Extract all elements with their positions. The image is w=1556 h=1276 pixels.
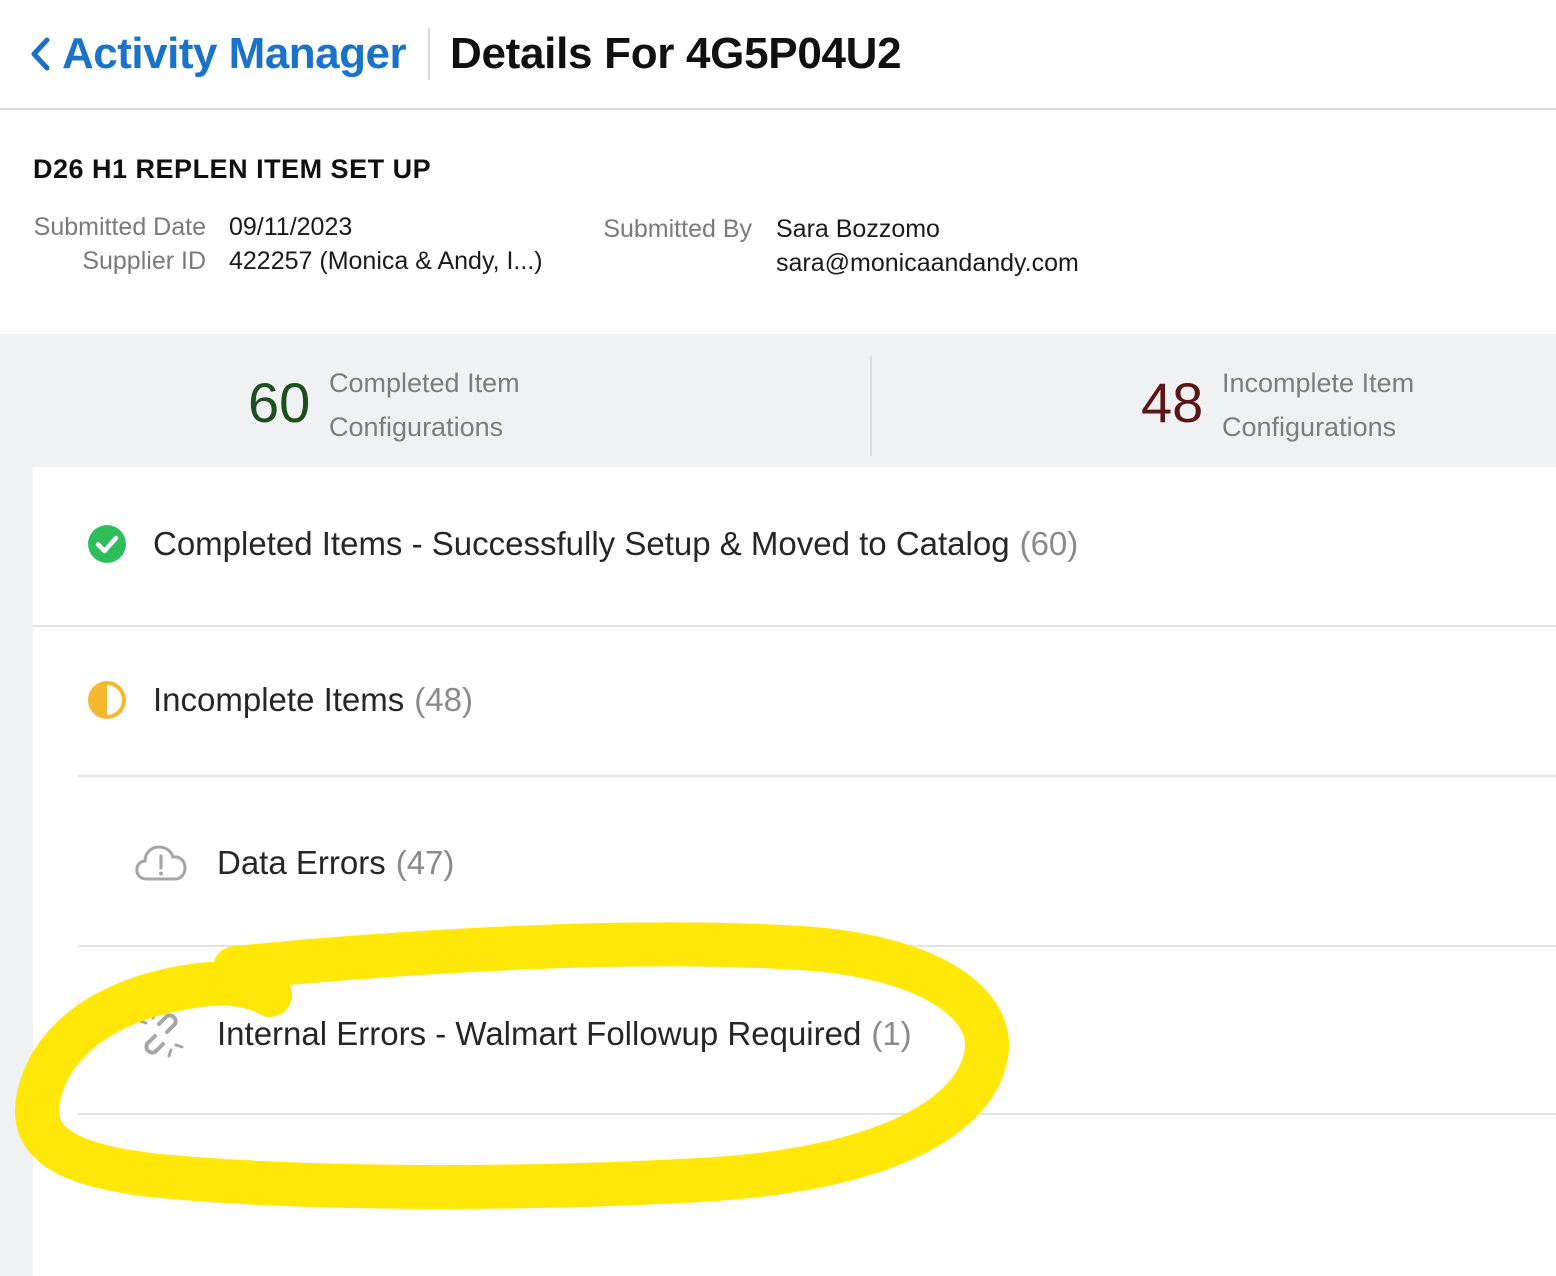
half-circle-icon [87, 680, 127, 720]
item-categories-card: Completed Items - Successfully Setup & M… [33, 467, 1556, 1276]
row-divider [78, 775, 1556, 777]
stats-divider [870, 356, 872, 456]
completed-count: 60 [248, 371, 311, 434]
completed-stat-line2: Configurations [329, 412, 504, 442]
submitted-by-label: Submitted By [603, 215, 752, 243]
row-divider [78, 945, 1556, 947]
chevron-left-icon [28, 36, 52, 72]
submission-info: D26 H1 REPLEN ITEM SET UP Submitted Date… [0, 110, 1556, 334]
top-bar: Activity Manager Details For 4G5P04U2 [0, 0, 1556, 110]
category-completed-items[interactable]: Completed Items - Successfully Setup & M… [87, 524, 1078, 564]
back-to-activity-manager-link[interactable]: Activity Manager [28, 24, 407, 84]
category-count: (1) [871, 1015, 912, 1052]
row-divider [33, 625, 1556, 627]
check-circle-icon [87, 524, 127, 564]
category-label: Incomplete Items [153, 681, 405, 718]
category-data-errors[interactable]: Data Errors (47) [133, 839, 454, 887]
incomplete-stat-line1: Incomplete Item [1222, 368, 1415, 398]
incomplete-count: 48 [1141, 371, 1204, 434]
category-internal-errors[interactable]: Internal Errors - Walmart Followup Requi… [133, 1006, 912, 1062]
category-count: (47) [395, 844, 455, 881]
incomplete-stat-line2: Configurations [1222, 412, 1397, 442]
submitted-by-email: sara@monicaandandy.com [776, 249, 1079, 277]
category-count: (48) [414, 681, 473, 718]
incomplete-stat-label: Incomplete Item Configurations [1222, 361, 1414, 449]
supplier-id-value: 422257 (Monica & Andy, I...) [229, 247, 543, 275]
submitted-by-name: Sara Bozzomo [776, 215, 940, 243]
category-label: Internal Errors - Walmart Followup Requi… [217, 1015, 862, 1052]
row-divider [78, 1113, 1556, 1115]
submitted-date-value: 09/11/2023 [229, 213, 353, 241]
category-incomplete-items[interactable]: Incomplete Items (48) [87, 680, 473, 720]
category-label: Completed Items - Successfully Setup & M… [153, 525, 1010, 562]
supplier-id-label: Supplier ID [82, 247, 206, 275]
page-title: Details For 4G5P04U2 [450, 29, 902, 78]
category-count: (60) [1019, 525, 1079, 562]
back-link-label[interactable]: Activity Manager [62, 29, 407, 79]
completed-stat-label: Completed Item Configurations [329, 361, 520, 449]
item-set-title: D26 H1 REPLEN ITEM SET UP [33, 154, 432, 184]
submitted-date-label: Submitted Date [33, 213, 206, 241]
completed-stat-line1: Completed Item [329, 368, 520, 398]
category-label: Data Errors [217, 844, 386, 881]
broken-link-icon [133, 1006, 189, 1062]
header-divider [428, 28, 430, 80]
cloud-alert-icon [133, 839, 189, 887]
